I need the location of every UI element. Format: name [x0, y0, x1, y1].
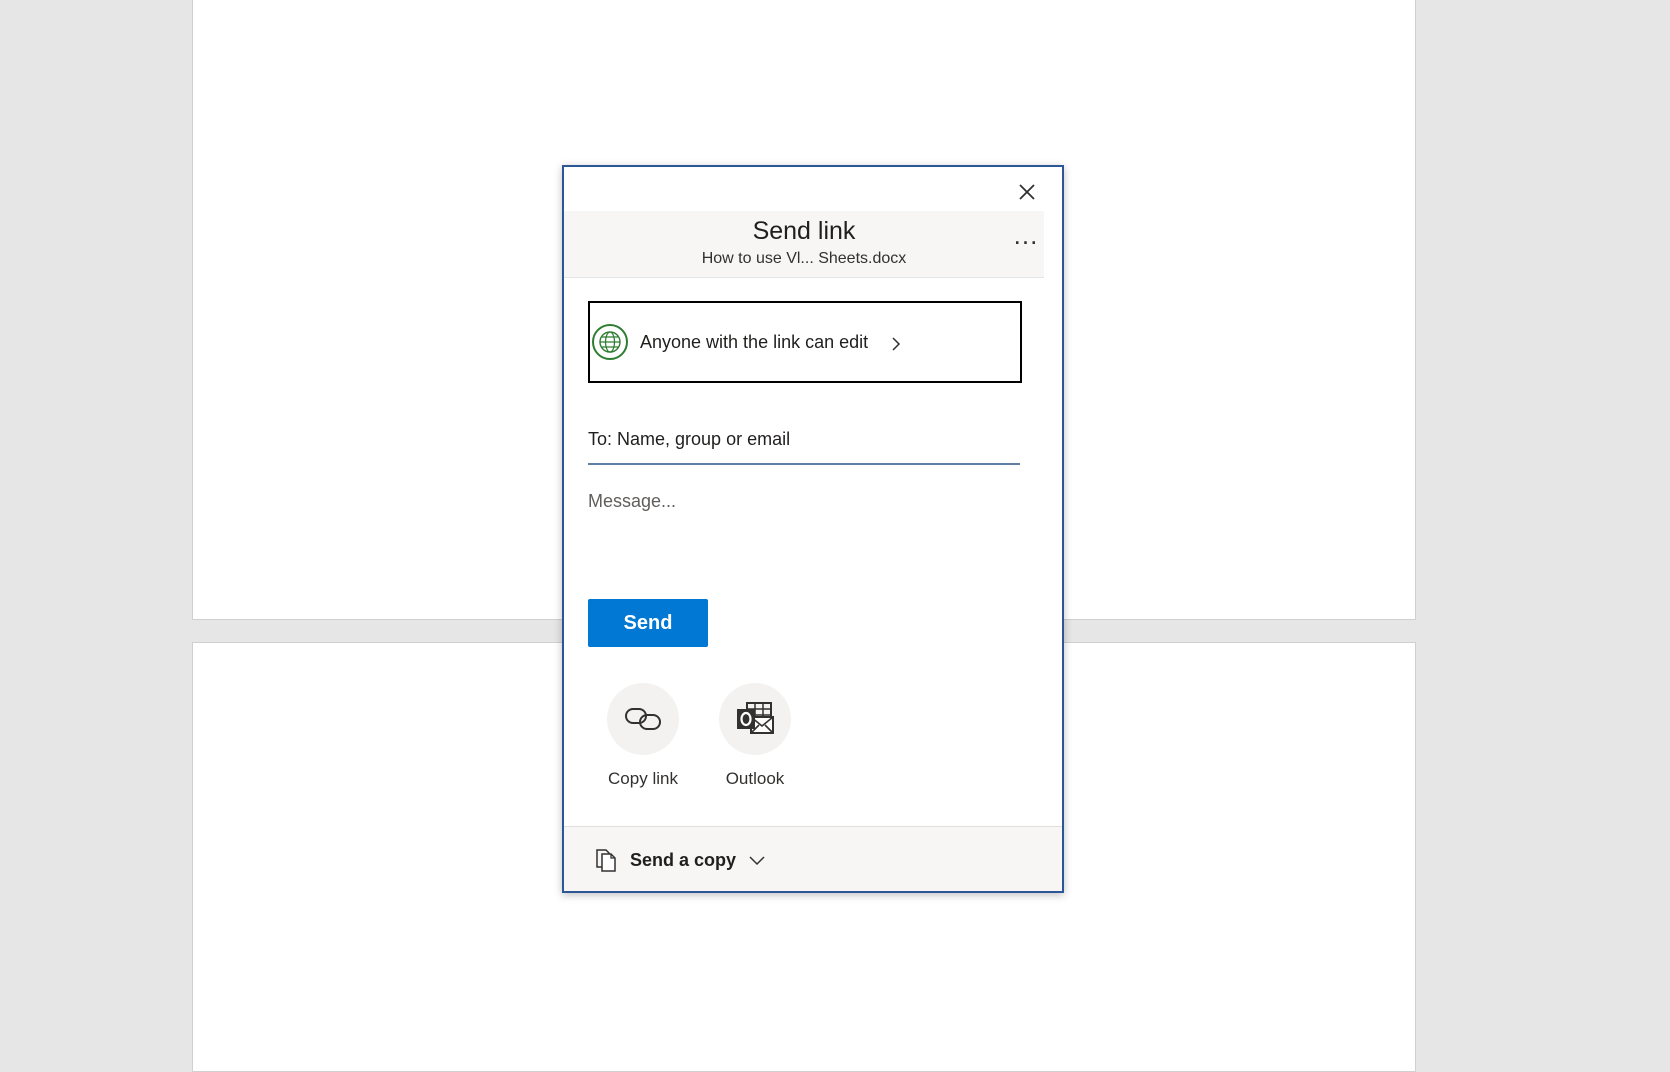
more-options-button[interactable]: ... [1010, 222, 1042, 255]
chevron-down-icon [749, 856, 765, 866]
chevron-right-icon [892, 337, 901, 351]
close-button[interactable] [1012, 177, 1042, 207]
close-icon [1019, 184, 1035, 200]
globe-icon [592, 324, 628, 360]
message-input[interactable] [588, 491, 1020, 571]
send-link-dialog: Send link How to use Vl... Sheets.docx .… [562, 165, 1064, 893]
send-a-copy-label: Send a copy [630, 849, 737, 870]
outlook-icon [737, 702, 774, 734]
dialog-footer: Send a copy [564, 826, 1062, 891]
copy-document-icon [596, 849, 616, 872]
link-icon [625, 708, 661, 730]
send-button[interactable]: Send [588, 599, 708, 647]
recipient-input[interactable] [588, 415, 1020, 465]
send-a-copy-button[interactable]: Send a copy [594, 847, 766, 873]
outlook-button[interactable]: Outlook [700, 683, 810, 789]
dialog-title: Send link [752, 217, 856, 245]
link-permission-button[interactable]: Anyone with the link can edit [588, 301, 1022, 383]
file-name: How to use Vl... Sheets.docx [701, 250, 907, 267]
copy-link-button[interactable]: Copy link [588, 683, 698, 789]
outlook-label: Outlook [725, 769, 785, 788]
dialog-header: Send link How to use Vl... Sheets.docx .… [564, 211, 1044, 278]
outlook-circle [719, 683, 791, 755]
link-permission-label: Anyone with the link can edit [640, 331, 869, 352]
copy-link-circle [607, 683, 679, 755]
copy-link-label: Copy link [608, 769, 678, 788]
